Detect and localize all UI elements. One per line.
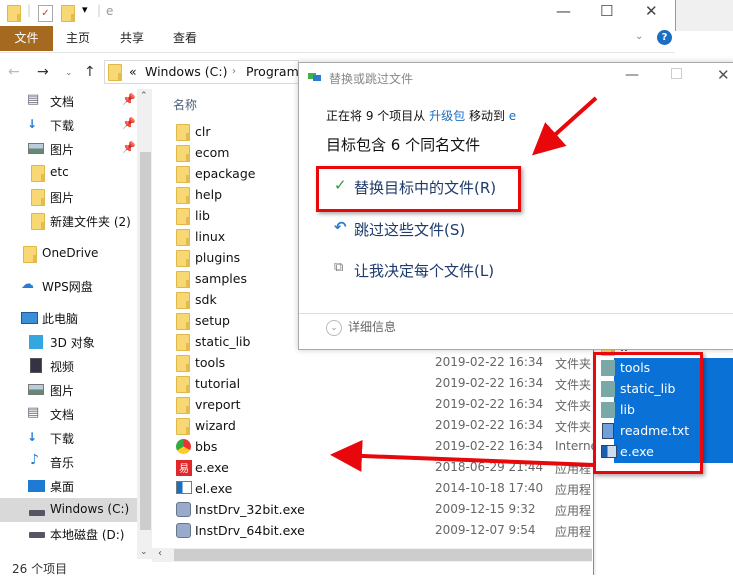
arrow-to-file-list	[330, 439, 595, 472]
arrow-to-replace-option	[532, 96, 598, 156]
annotation-arrows	[330, 96, 598, 472]
